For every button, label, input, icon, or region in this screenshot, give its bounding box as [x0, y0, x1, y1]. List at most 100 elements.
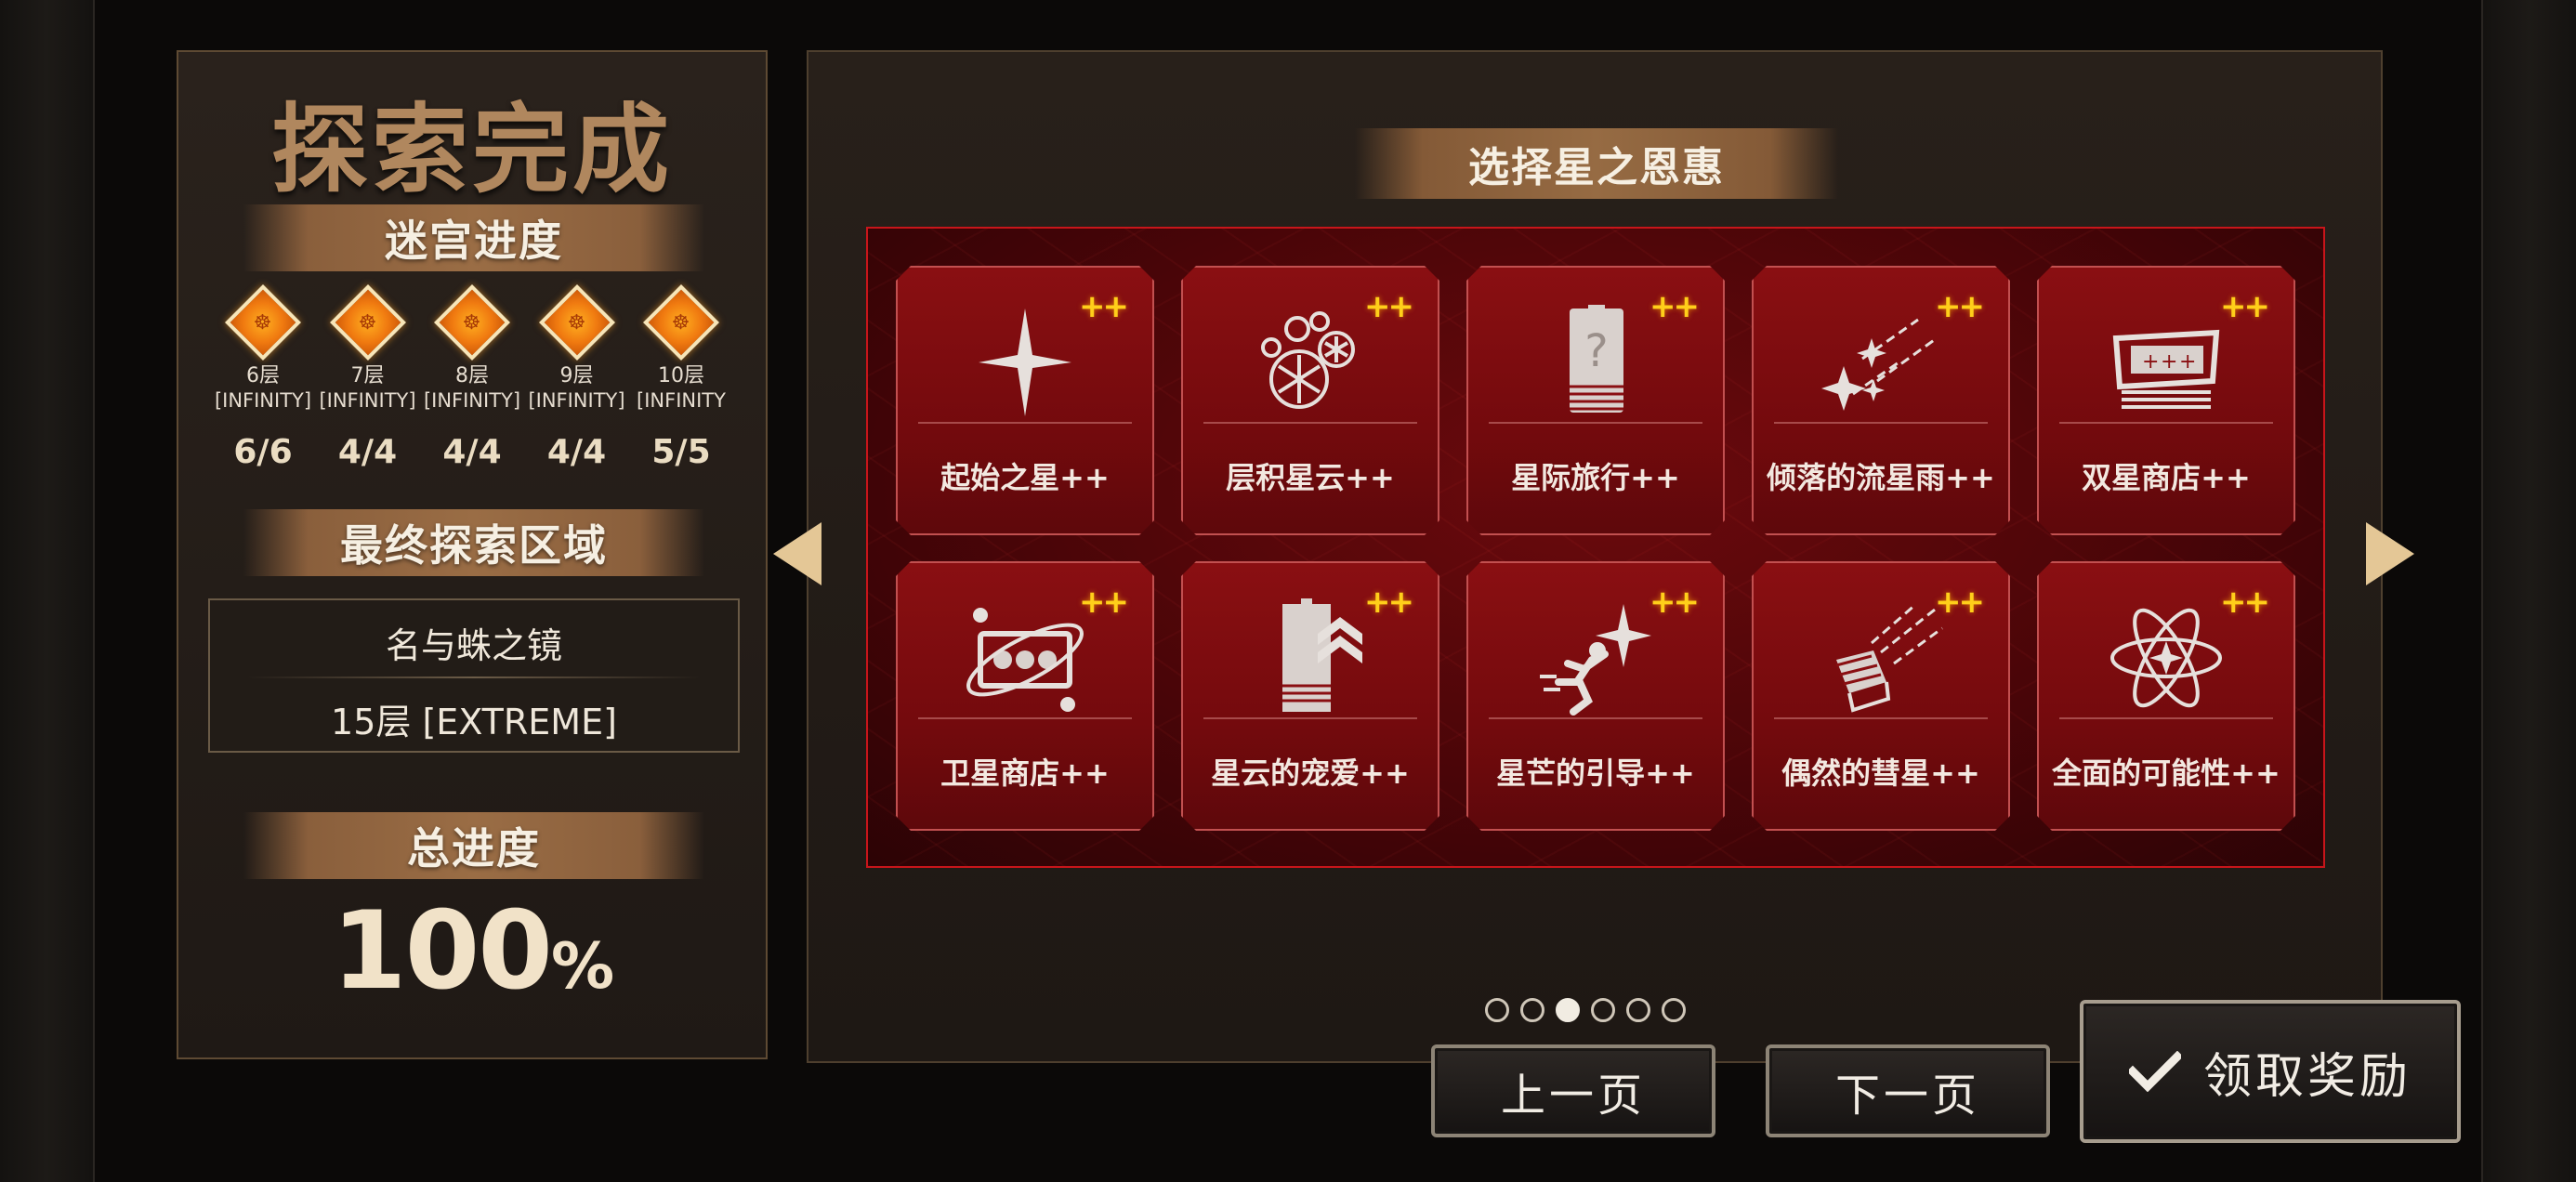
- divider: [918, 717, 1132, 719]
- floor-difficulty: [INFINITY: [637, 389, 726, 412]
- floor-name: 6层: [246, 364, 280, 387]
- floor-progress-item: ☸ 10层 [INFINITY 5/5: [630, 283, 732, 471]
- floor-badge-glyph: ☸: [254, 310, 272, 335]
- floor-difficulty: [INFINITY]: [214, 389, 312, 412]
- floor-progress-list: ☸ 6层 [INFINITY] 6/6 ☸ 7层 [INFINITY] 4/4 …: [212, 283, 732, 471]
- floor-badge-glyph: ☸: [672, 310, 690, 335]
- final-area-level: 15层 [EXTREME]: [331, 702, 617, 742]
- divider: [918, 422, 1132, 424]
- total-progress-heading: 总进度: [243, 812, 704, 879]
- floor-count: 4/4: [337, 433, 398, 471]
- blessing-card[interactable]: ++ 星芒的引导++: [1466, 561, 1725, 831]
- panel-title: 探索完成: [270, 93, 673, 206]
- page-dot[interactable]: [1591, 998, 1615, 1022]
- blessing-card-label: 倾落的流星雨++: [1767, 460, 1995, 495]
- blessing-card[interactable]: ++ 卫星商店++: [896, 561, 1154, 831]
- shop-icon: + + +: [2101, 301, 2231, 422]
- divider: [1203, 717, 1417, 719]
- final-area-name: 名与蛛之镜: [385, 625, 562, 666]
- floor-count: 5/5: [651, 433, 711, 471]
- page-dot[interactable]: [1626, 998, 1650, 1022]
- floor-difficulty: [INFINITY]: [528, 389, 625, 412]
- blessing-card-label: 星云的宠爱++: [1211, 755, 1410, 791]
- blessing-card-label: 卫星商店++: [940, 755, 1110, 791]
- meteor-shower-icon: [1816, 301, 1946, 422]
- atom-icon: [2101, 597, 2231, 717]
- next-page-button[interactable]: 下一页: [1766, 1044, 2050, 1137]
- floor-badge-icon: ☸: [538, 283, 615, 361]
- floor-count: 4/4: [442, 433, 502, 471]
- blessing-card[interactable]: ++ 倾落的流星雨++: [1752, 266, 2010, 535]
- blessing-card[interactable]: ++ 起始之星++: [896, 266, 1154, 535]
- blessing-card-label: 星芒的引导++: [1496, 755, 1695, 791]
- svg-text:+: +: [2142, 350, 2159, 374]
- orbit-shop-icon: [960, 597, 1090, 717]
- svg-text:+: +: [2161, 350, 2177, 374]
- floor-name: 8层: [455, 364, 489, 387]
- divider: [2059, 422, 2273, 424]
- four-point-star-icon: [960, 301, 1090, 422]
- right-frame-decoration: [2481, 0, 2576, 1182]
- floor-progress-item: ☸ 7层 [INFINITY] 4/4: [317, 283, 419, 471]
- floor-name: 10层: [658, 364, 704, 387]
- floor-name: 7层: [350, 364, 385, 387]
- page-dot[interactable]: [1662, 998, 1686, 1022]
- claim-reward-label: 领取奖励: [2202, 1048, 2412, 1105]
- floor-badge-glyph: ☸: [463, 310, 481, 335]
- percent-sign: %: [551, 930, 614, 1004]
- floor-badge-glyph: ☸: [567, 310, 586, 335]
- blessing-card-label: 起始之星++: [940, 460, 1110, 495]
- comet-box-icon: [1816, 597, 1946, 717]
- floor-difficulty: [INFINITY]: [319, 389, 416, 412]
- blessing-card[interactable]: ++ 偶然的彗星++: [1752, 561, 2010, 831]
- final-area-box: 名与蛛之镜 15层 [EXTREME]: [208, 598, 740, 753]
- blessing-card-label: 全面的可能性++: [2052, 755, 2280, 791]
- floor-progress-item: ☸ 9层 [INFINITY] 4/4: [526, 283, 628, 471]
- blessing-card-label: 层积星云++: [1226, 460, 1395, 495]
- page-dot[interactable]: [1520, 998, 1544, 1022]
- divider: [2059, 717, 2273, 719]
- tag-chevron-icon: [1245, 597, 1375, 717]
- divider: [1489, 422, 1702, 424]
- total-progress-number: 100: [331, 888, 553, 1014]
- divider: [247, 676, 701, 678]
- svg-text:+: +: [2179, 350, 2196, 374]
- floor-progress-item: ☸ 6层 [INFINITY] 6/6: [212, 283, 314, 471]
- blessing-card[interactable]: ++ 层积星云++: [1181, 266, 1439, 535]
- svg-text:?: ?: [1584, 325, 1608, 377]
- pagination-dots: [1485, 998, 1686, 1022]
- floor-difficulty: [INFINITY]: [423, 389, 521, 412]
- snowflake-cluster-icon: [1245, 301, 1375, 422]
- previous-arrow-icon[interactable]: [773, 522, 821, 585]
- previous-page-button[interactable]: 上一页: [1431, 1044, 1715, 1137]
- divider: [1774, 717, 1988, 719]
- exploration-summary-panel: 探索完成 迷宫进度 ☸ 6层 [INFINITY] 6/6 ☸ 7层 [INFI…: [177, 50, 768, 1059]
- blessing-selection-panel: 选择星之恩惠 ++ 起始之星++ ++ 层积星云++ ++ ? 星际旅行++ +…: [807, 50, 2383, 1063]
- divider: [1203, 422, 1417, 424]
- blessing-selection-title: 选择星之恩惠: [1355, 128, 1838, 199]
- blessing-card[interactable]: ++ ? 星际旅行++: [1466, 266, 1725, 535]
- floor-badge-icon: ☸: [433, 283, 511, 361]
- page-dot[interactable]: [1556, 998, 1580, 1022]
- blessing-card-label: 偶然的彗星++: [1781, 755, 1980, 791]
- blessing-card[interactable]: ++ 全面的可能性++: [2037, 561, 2295, 831]
- blessing-card-label: 双星商店++: [2082, 460, 2251, 495]
- checkmark-icon: [2128, 1051, 2181, 1092]
- blessing-card[interactable]: ++ + + + 双星商店++: [2037, 266, 2295, 535]
- page-dot[interactable]: [1485, 998, 1509, 1022]
- divider: [1774, 422, 1988, 424]
- floor-progress-item: ☸ 8层 [INFINITY] 4/4: [421, 283, 523, 471]
- divider: [1489, 717, 1702, 719]
- mystery-card-icon: ?: [1531, 301, 1661, 422]
- floor-badge-glyph: ☸: [358, 310, 377, 335]
- floor-count: 6/6: [233, 433, 293, 471]
- blessing-card[interactable]: ++ 星云的宠爱++: [1181, 561, 1439, 831]
- final-area-heading: 最终探索区域: [243, 509, 704, 576]
- labyrinth-progress-heading: 迷宫进度: [243, 204, 704, 271]
- claim-reward-button[interactable]: 领取奖励: [2080, 1000, 2461, 1143]
- floor-name: 9层: [559, 364, 594, 387]
- left-frame-decoration: [0, 0, 95, 1182]
- floor-badge-icon: ☸: [224, 283, 302, 361]
- blessing-card-label: 星际旅行++: [1511, 460, 1680, 495]
- next-arrow-icon[interactable]: [2366, 522, 2414, 585]
